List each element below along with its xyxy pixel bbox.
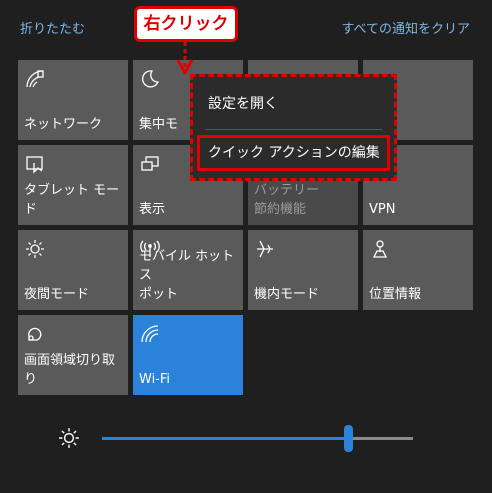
right-click-callout: 右クリック <box>134 6 238 42</box>
wifi-icon <box>139 323 161 345</box>
menu-divider <box>205 129 382 130</box>
tile-night-light[interactable]: 夜間モード <box>18 230 128 310</box>
tile-label: VPN <box>369 202 396 217</box>
context-menu: 設定を開く クイック アクションの編集 <box>190 74 397 181</box>
tile-network[interactable]: ネットワーク <box>18 60 128 140</box>
tile-wifi[interactable]: Wi-Fi <box>133 315 243 395</box>
sun-icon <box>24 238 46 260</box>
tile-label: モバイル ホットス ポット <box>139 249 235 302</box>
tile-tablet-mode[interactable]: タブレット モード <box>18 145 128 225</box>
screen-snip-icon <box>24 323 46 345</box>
display-icon <box>139 153 161 175</box>
clear-all-notifications-link[interactable]: すべての通知をクリア <box>341 18 470 37</box>
location-icon <box>369 238 391 260</box>
brightness-slider[interactable] <box>102 425 413 452</box>
tile-mobile-hotspot[interactable]: モバイル ホットス ポット <box>133 230 243 310</box>
brightness-slider-fill <box>102 437 348 440</box>
brightness-slider-thumb[interactable] <box>343 425 353 452</box>
network-icon <box>24 68 46 90</box>
tile-label: バッテリー 節約機能 <box>254 183 320 217</box>
moon-icon <box>139 68 161 90</box>
arrow-down-icon <box>177 42 193 74</box>
tile-label: 夜間モード <box>24 287 90 302</box>
tile-label: タブレット モード <box>24 183 120 217</box>
tile-label: 位置情報 <box>369 287 422 302</box>
tile-label: ネットワーク <box>24 117 103 132</box>
menu-item-edit-quick-actions[interactable]: クイック アクションの編集 <box>197 135 390 171</box>
airplane-icon <box>254 238 276 260</box>
brightness-icon <box>58 427 80 449</box>
tablet-icon <box>24 153 46 175</box>
tile-label: 機内モード <box>254 287 320 302</box>
menu-item-open-settings[interactable]: 設定を開く <box>208 93 278 113</box>
tile-label: 表示 <box>139 202 166 217</box>
tile-label: 画面領域切り取 り <box>24 353 116 387</box>
collapse-link[interactable]: 折りたたむ <box>20 18 85 37</box>
tile-location[interactable]: 位置情報 <box>363 230 473 310</box>
tile-label: Wi-Fi <box>139 372 171 387</box>
tile-airplane-mode[interactable]: 機内モード <box>248 230 358 310</box>
tile-screen-snip[interactable]: 画面領域切り取 り <box>18 315 128 395</box>
